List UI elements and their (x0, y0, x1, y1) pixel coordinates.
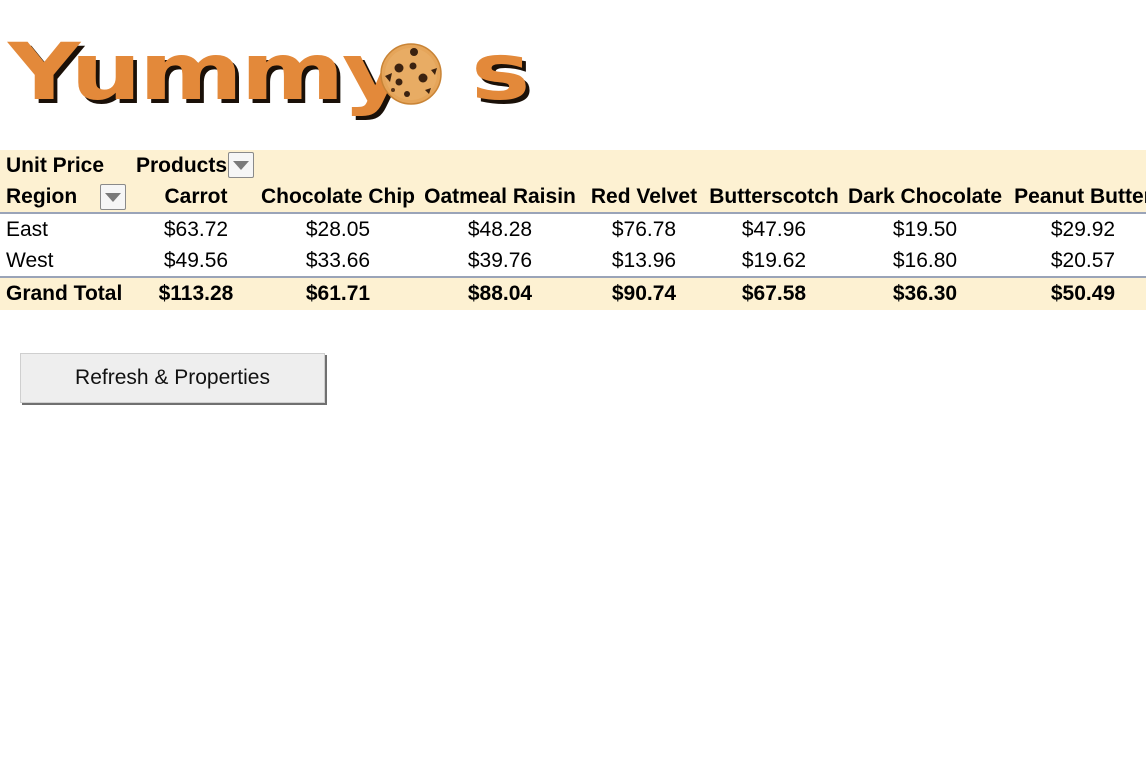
pivot-header-row-1: Unit Price Products (0, 150, 1146, 182)
value-cell: $39.76 (467, 249, 533, 272)
yummyos-logo: Yummy s (6, 34, 530, 126)
value-cell: $48.28 (467, 218, 533, 241)
value-cell: $76.78 (611, 218, 677, 241)
total-cell: $61.71 (305, 282, 371, 305)
column-header: Butterscotch (709, 185, 839, 208)
row-label: West (6, 249, 54, 272)
total-cell: $88.04 (467, 282, 533, 305)
table-row: East $63.72 $28.05 $48.28 $76.78 $47.96 … (0, 214, 1146, 246)
value-cell: $16.80 (892, 249, 958, 272)
grand-total-label: Grand Total (6, 282, 123, 305)
value-cell: $19.62 (741, 249, 807, 272)
column-header: Carrot (164, 185, 228, 208)
column-header: Oatmeal Raisin (424, 185, 576, 208)
pivot-table: Unit Price Products Region Carrot Chocol… (0, 150, 1146, 310)
grand-total-row: Grand Total $113.28 $61.71 $88.04 $90.74… (0, 278, 1146, 310)
chevron-down-icon (105, 192, 121, 202)
column-header: Chocolate Chip (261, 185, 416, 208)
total-cell: $90.74 (611, 282, 677, 305)
value-cell: $13.96 (611, 249, 677, 272)
value-field-label: Unit Price (6, 154, 105, 177)
total-cell: $113.28 (158, 282, 234, 305)
total-cell: $67.58 (741, 282, 807, 305)
region-filter-dropdown[interactable] (100, 184, 126, 210)
value-cell: $47.96 (741, 218, 807, 241)
value-cell: $19.50 (892, 218, 958, 241)
column-field-label: Products (136, 154, 228, 177)
column-header: Red Velvet (590, 185, 698, 208)
total-cell: $50.49 (1050, 282, 1116, 305)
cookie-icon (380, 43, 442, 105)
products-filter-dropdown[interactable] (228, 152, 254, 178)
value-cell: $49.56 (163, 249, 229, 272)
value-cell: $63.72 (163, 218, 229, 241)
value-cell: $28.05 (305, 218, 371, 241)
total-cell: $36.30 (892, 282, 958, 305)
value-cell: $20.57 (1050, 249, 1116, 272)
refresh-properties-button[interactable]: Refresh & Properties (20, 353, 325, 403)
row-field-label: Region (6, 185, 78, 208)
column-header: Peanut Butter (1014, 185, 1146, 208)
chevron-down-icon (233, 160, 249, 170)
logo-text: Yummy s (8, 28, 530, 118)
column-header: Dark Chocolate (847, 185, 1003, 208)
row-label: East (6, 218, 49, 241)
table-row: West $49.56 $33.66 $39.76 $13.96 $19.62 … (0, 246, 1146, 278)
value-cell: $29.92 (1050, 218, 1116, 241)
value-cell: $33.66 (305, 249, 371, 272)
pivot-header-row-2: Region Carrot Chocolate Chip Oatmeal Rai… (0, 182, 1146, 214)
